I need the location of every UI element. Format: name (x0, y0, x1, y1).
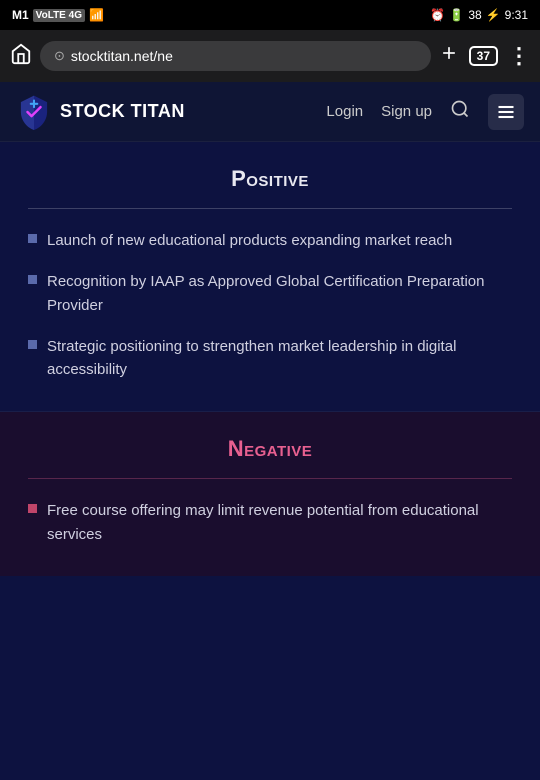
negative-bullet-list: Free course offering may limit revenue p… (28, 499, 512, 546)
bullet-marker (28, 234, 37, 243)
carrier-text: M1 (12, 8, 29, 22)
bullet-marker (28, 275, 37, 284)
browser-actions: 37 ⋮ (439, 43, 530, 69)
clock: 9:31 (505, 8, 528, 22)
battery-icon: 🔋 (449, 8, 464, 22)
address-bar[interactable]: ⊙ stocktitan.net/ne (40, 41, 431, 71)
alarm-icon: ⏰ (430, 8, 445, 22)
content-area: Positive Launch of new educational produ… (0, 142, 540, 780)
status-bar: M1 VoLTE 4G 📶 ⏰ 🔋 38 ⚡ 9:31 (0, 0, 540, 30)
bullet-marker (28, 504, 37, 513)
list-item: Launch of new educational products expan… (28, 229, 512, 252)
browser-chrome: ⊙ stocktitan.net/ne 37 ⋮ (0, 30, 540, 82)
bullet-text: Recognition by IAAP as Approved Global C… (47, 270, 512, 317)
bullet-text: Launch of new educational products expan… (47, 229, 452, 252)
bullet-text: Free course offering may limit revenue p… (47, 499, 512, 546)
bullet-marker (28, 340, 37, 349)
add-tab-button[interactable] (439, 43, 459, 69)
positive-divider (28, 208, 512, 209)
list-item: Strategic positioning to strengthen mark… (28, 335, 512, 382)
logo-icon (16, 94, 52, 130)
status-right: ⏰ 🔋 38 ⚡ 9:31 (430, 8, 528, 22)
url-text: stocktitan.net/ne (71, 48, 173, 64)
navbar-logo: STOCK TITAN (16, 94, 326, 130)
logo-text: STOCK TITAN (60, 101, 185, 122)
battery-level: 38 (468, 8, 481, 22)
signup-link[interactable]: Sign up (381, 103, 432, 120)
negative-title: Negative (28, 436, 512, 462)
search-icon[interactable] (450, 99, 470, 124)
charging-icon: ⚡ (486, 8, 501, 22)
list-item: Free course offering may limit revenue p… (28, 499, 512, 546)
tab-count[interactable]: 37 (469, 46, 498, 66)
login-link[interactable]: Login (326, 103, 363, 120)
negative-divider (28, 478, 512, 479)
navbar: STOCK TITAN Login Sign up (0, 82, 540, 142)
volte-badge: VoLTE 4G (33, 9, 85, 22)
negative-section: Negative Free course offering may limit … (0, 412, 540, 576)
positive-title: Positive (28, 166, 512, 192)
menu-icon[interactable] (488, 94, 524, 130)
navbar-links: Login Sign up (326, 94, 524, 130)
home-button[interactable] (10, 43, 32, 70)
positive-bullet-list: Launch of new educational products expan… (28, 229, 512, 381)
list-item: Recognition by IAAP as Approved Global C… (28, 270, 512, 317)
bullet-text: Strategic positioning to strengthen mark… (47, 335, 512, 382)
signal-icon: 📶 (89, 8, 104, 22)
positive-section: Positive Launch of new educational produ… (0, 142, 540, 412)
site-icon: ⊙ (54, 48, 65, 64)
status-carrier: M1 VoLTE 4G 📶 (12, 8, 104, 22)
more-button[interactable]: ⋮ (508, 43, 530, 69)
